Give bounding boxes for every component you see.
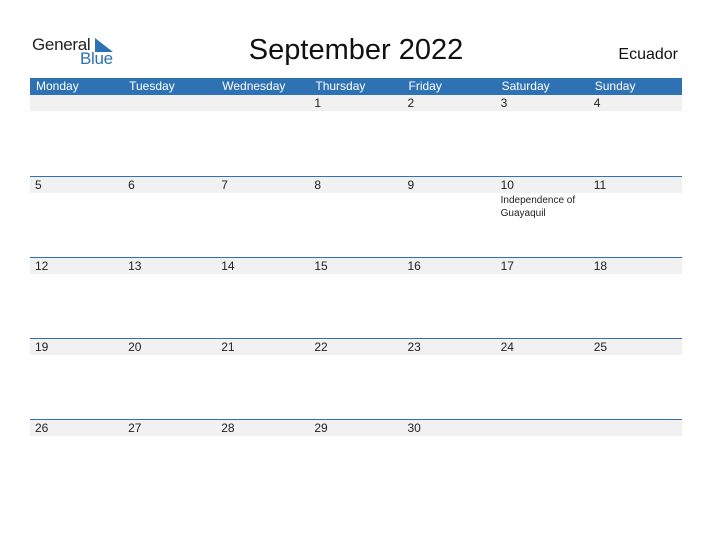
day-event bbox=[123, 355, 216, 356]
day-number: 2 bbox=[407, 96, 415, 110]
day-number: 29 bbox=[314, 421, 328, 435]
day-number: 6 bbox=[128, 178, 135, 192]
weekday-header: Monday Tuesday Wednesday Thursday Friday… bbox=[30, 78, 682, 95]
weeks-container: 1 2 3 4 5 6 7 8 9 10 11 Independence of Guayaquil 12… bbox=[30, 95, 682, 500]
day-number: 30 bbox=[407, 421, 421, 435]
week-row: 12 13 14 15 16 17 18 bbox=[30, 257, 682, 338]
day-number bbox=[496, 420, 589, 436]
day-event bbox=[30, 193, 123, 220]
date-number-row: 19 20 21 22 23 24 25 bbox=[30, 339, 682, 355]
day-event bbox=[403, 355, 496, 356]
day-number: 9 bbox=[407, 178, 415, 192]
day-event bbox=[30, 274, 123, 275]
weekday-wednesday: Wednesday bbox=[222, 79, 286, 93]
day-number: 10 bbox=[500, 178, 514, 192]
day-number bbox=[30, 95, 123, 111]
country-label: Ecuador bbox=[618, 46, 678, 63]
day-number: 8 bbox=[314, 178, 322, 192]
day-number: 14 bbox=[221, 259, 235, 273]
day-number bbox=[216, 95, 309, 111]
day-event bbox=[589, 436, 682, 437]
day-event bbox=[123, 274, 216, 275]
day-number bbox=[123, 95, 216, 111]
weekday-monday: Monday bbox=[36, 79, 79, 93]
day-event bbox=[309, 436, 402, 437]
weekday-saturday: Saturday bbox=[501, 79, 550, 93]
day-event bbox=[309, 355, 402, 356]
day-event bbox=[589, 111, 682, 112]
day-event bbox=[403, 274, 496, 275]
day-event bbox=[403, 111, 496, 112]
date-number-row: 26 27 28 29 30 bbox=[30, 420, 682, 436]
day-event bbox=[123, 436, 216, 437]
week-row: 19 20 21 22 23 24 25 bbox=[30, 338, 682, 419]
day-number: 16 bbox=[407, 259, 421, 273]
day-event bbox=[589, 355, 682, 356]
event-row bbox=[30, 274, 682, 275]
day-event bbox=[30, 111, 123, 112]
day-number: 7 bbox=[221, 178, 228, 192]
date-number-row: 12 13 14 15 16 17 18 bbox=[30, 258, 682, 274]
day-number: 22 bbox=[314, 340, 328, 354]
day-event bbox=[30, 355, 123, 356]
day-number: 19 bbox=[35, 340, 49, 354]
day-event bbox=[496, 355, 589, 356]
day-event bbox=[216, 355, 309, 356]
day-event bbox=[216, 193, 309, 220]
day-number: 20 bbox=[128, 340, 142, 354]
day-number: 28 bbox=[221, 421, 235, 435]
calendar-title: September 2022 bbox=[248, 34, 464, 66]
weekday-friday: Friday bbox=[408, 79, 442, 93]
weekday-tuesday: Tuesday bbox=[129, 79, 175, 93]
day-event bbox=[30, 436, 123, 437]
day-event: Independence of Guayaquil bbox=[500, 195, 576, 219]
week-row: 5 6 7 8 9 10 11 Independence of Guayaquil bbox=[30, 176, 682, 257]
date-number-row: 1 2 3 4 bbox=[30, 95, 682, 111]
day-event bbox=[403, 436, 496, 437]
day-event bbox=[216, 274, 309, 275]
day-number: 4 bbox=[593, 96, 601, 110]
day-number: 26 bbox=[35, 421, 49, 435]
day-number: 21 bbox=[221, 340, 235, 354]
day-number: 15 bbox=[314, 259, 328, 273]
week-row: 1 2 3 4 bbox=[30, 95, 682, 176]
day-number: 3 bbox=[500, 96, 508, 110]
day-event bbox=[589, 274, 682, 275]
date-number-row: 5 6 7 8 9 10 11 bbox=[30, 177, 682, 193]
event-row bbox=[30, 436, 682, 437]
event-row bbox=[30, 111, 682, 112]
day-event bbox=[123, 111, 216, 112]
day-number: 11 bbox=[593, 178, 607, 192]
weekday-thursday: Thursday bbox=[315, 79, 366, 93]
day-number: 13 bbox=[128, 259, 142, 273]
day-number: 25 bbox=[593, 340, 608, 354]
day-event bbox=[496, 436, 589, 437]
day-number bbox=[589, 420, 682, 436]
day-event bbox=[309, 193, 402, 220]
day-number: 23 bbox=[407, 340, 421, 354]
day-number: 18 bbox=[593, 259, 608, 273]
day-event bbox=[589, 193, 682, 220]
weekday-sunday: Sunday bbox=[594, 79, 636, 93]
day-number: 17 bbox=[500, 259, 514, 273]
day-number: 1 bbox=[314, 96, 322, 110]
day-number: 24 bbox=[500, 340, 514, 354]
day-number: 12 bbox=[35, 259, 49, 273]
day-event bbox=[216, 111, 309, 112]
day-event bbox=[123, 193, 216, 220]
day-number: 27 bbox=[128, 421, 142, 435]
day-number: 5 bbox=[35, 178, 42, 192]
day-event bbox=[309, 111, 402, 112]
day-event bbox=[216, 436, 309, 437]
day-event bbox=[309, 274, 402, 275]
calendar-grid: Monday Tuesday Wednesday Thursday Friday… bbox=[30, 78, 682, 500]
week-row: 26 27 28 29 30 bbox=[30, 419, 682, 500]
event-row bbox=[30, 355, 682, 356]
day-event bbox=[496, 111, 589, 112]
day-event bbox=[496, 274, 589, 275]
day-event bbox=[403, 193, 496, 220]
event-row: Independence of Guayaquil bbox=[30, 193, 682, 220]
